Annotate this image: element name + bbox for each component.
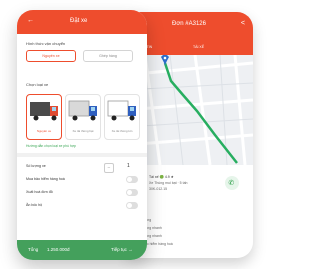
booking-content: Hình thức vận chuyển Nguyên xe Ghép hàng… [17, 34, 147, 240]
booking-footer: Tổng 1.250.000đ Tiếp tục → [17, 240, 147, 260]
vehicle-option-3[interactable]: Xe tải thùng kín [104, 94, 140, 140]
insurance-label: Mua bảo hiểm hàng hoá [26, 177, 65, 181]
insurance-toggle[interactable] [126, 176, 138, 183]
vehicle-label: Xe tải thùng kín [111, 129, 133, 133]
vehicle-option-2[interactable]: Xe tải thùng bạt [65, 94, 101, 140]
back-arrow-icon[interactable]: ← [27, 17, 34, 24]
tab-driver[interactable]: TÀI XẾ [193, 45, 204, 49]
invoice-row: Xuất hoá đơn đỏ [26, 188, 138, 198]
booking-screen: ← Đặt xe Hình thức vận chuyển Nguyên xe … [17, 10, 147, 260]
vehicle-section-title: Chọn loại xe [26, 82, 49, 87]
continue-button[interactable]: Tiếp tục → [111, 247, 133, 252]
vehicle-label: Xe tải thùng bạt [72, 129, 94, 133]
loading-toggle[interactable] [126, 202, 138, 209]
driver-line-3: 30K-012.15 [149, 187, 168, 191]
quantity-value[interactable]: 1 [127, 163, 130, 169]
section-divider [17, 153, 147, 157]
quantity-label: Số lượng xe [26, 164, 46, 168]
loading-label: Ăn bốc hộ [26, 203, 43, 207]
total-value: 1.250.000đ [47, 247, 70, 252]
loading-row: Ăn bốc hộ [26, 201, 138, 211]
total-label: Tổng [28, 247, 39, 252]
invoice-toggle[interactable] [126, 189, 138, 196]
transport-option-full[interactable]: Nguyên xe [26, 50, 76, 62]
driver-line-2: Xe Thùng mui bạt · 5 tấn [149, 181, 188, 185]
driver-line-1: Tài xế 🟢 4.9 ★ [149, 175, 174, 179]
booking-title: Đặt xe [70, 18, 88, 24]
invoice-label: Xuất hoá đơn đỏ [26, 190, 53, 194]
quantity-row: Số lượng xe − 1 [26, 162, 138, 173]
vehicle-option-1[interactable]: Nguyên xe [26, 94, 62, 140]
order-title: Đơn #A3126 [172, 21, 206, 27]
quantity-decrease-button[interactable]: − [104, 163, 114, 173]
transport-option-shared[interactable]: Ghép hàng [83, 50, 133, 62]
truck-icon [107, 100, 136, 121]
truck-icon [30, 102, 58, 121]
vehicle-label: Nguyên xe [36, 129, 52, 133]
vehicle-guide-link[interactable]: Hướng dẫn chọn loại xe phù hợp [26, 144, 76, 148]
transport-section-title: Hình thức vận chuyển [26, 41, 66, 46]
call-button[interactable]: ✆ [225, 176, 239, 190]
booking-header: ← Đặt xe [17, 10, 147, 34]
share-icon[interactable]: < [241, 20, 245, 27]
truck-icon [68, 100, 97, 121]
phone-icon: ✆ [228, 179, 235, 187]
insurance-row: Mua bảo hiểm hàng hoá [26, 175, 138, 185]
